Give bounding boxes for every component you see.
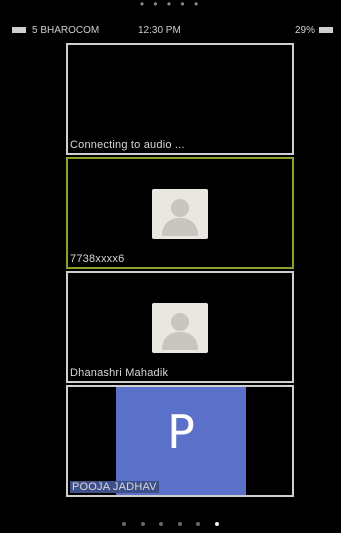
participant-avatar: P [116,387,246,495]
participant-label: Dhanashri Mahadik [70,367,169,379]
participant-label: POOJA JADHAV [70,481,159,493]
status-left: 5 BHAROCOM [12,24,99,38]
page-indicator[interactable] [0,513,341,531]
participant-tile[interactable]: Connecting to audio ... [66,43,294,155]
participant-tile[interactable]: P POOJA JADHAV [66,385,294,497]
page-dot-active[interactable] [214,522,219,526]
top-indicator: • • • • • [139,0,202,11]
page-dot[interactable] [177,522,182,526]
page-dot[interactable] [122,522,127,526]
avatar-placeholder-icon [152,189,208,239]
status-right: 29% [295,24,333,38]
page-dot[interactable] [159,522,164,526]
avatar-placeholder-icon [152,303,208,353]
battery-percent: 29% [294,25,315,36]
status-bar: 5 BHAROCOM 12:30 PM 29% [0,24,341,38]
battery-icon [319,27,333,34]
status-time: 12:30 PM [138,25,181,36]
participant-tile[interactable]: Dhanashri Mahadik [66,271,294,383]
signal-icon [12,27,26,34]
page-dot[interactable] [140,522,145,526]
avatar-letter: P [167,405,195,459]
participant-label: Connecting to audio ... [70,139,185,151]
participant-tile-active[interactable]: 7738xxxx6 [66,157,294,269]
page-dot[interactable] [196,522,201,526]
participant-label: 7738xxxx6 [70,253,125,265]
carrier-label: 5 BHAROCOM [32,25,100,36]
